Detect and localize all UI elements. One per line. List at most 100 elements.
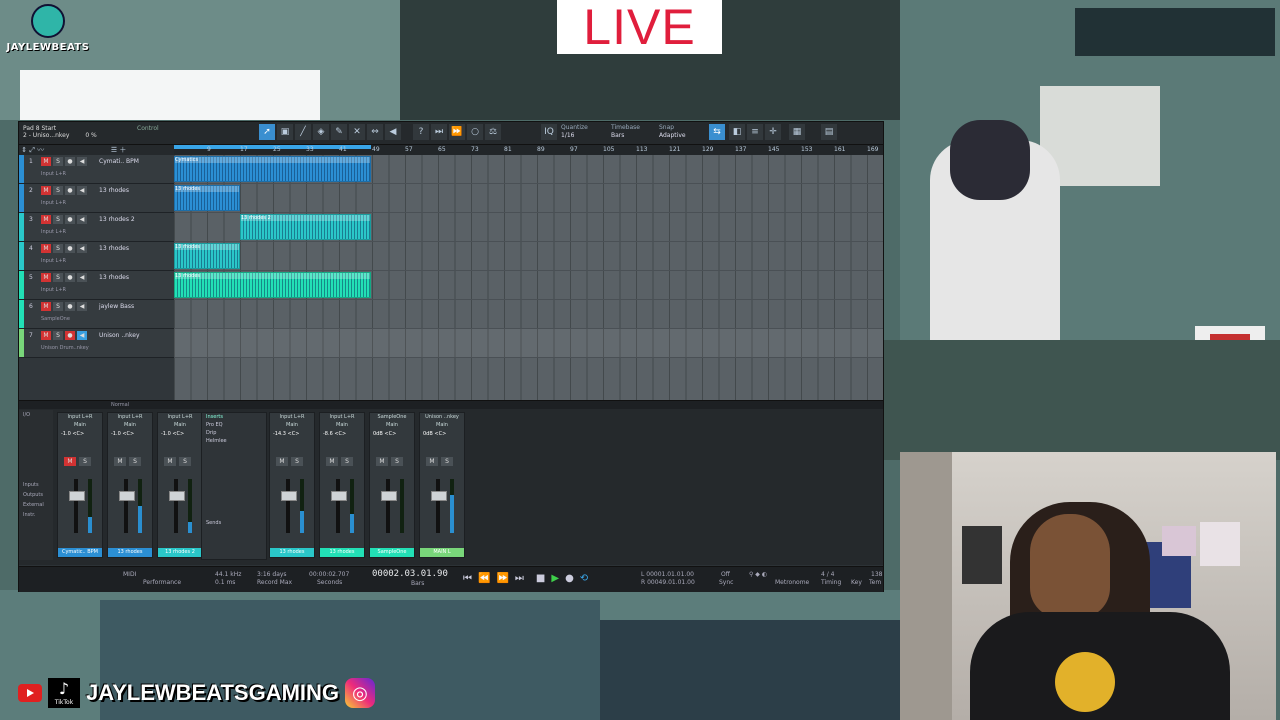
mixer-side-item[interactable]: External [19,500,53,510]
forward-all-icon[interactable]: ⏩ [449,124,465,140]
monitor-button[interactable]: ◀ [77,302,87,311]
paint-tool-icon[interactable]: ✎ [331,124,347,140]
strip-output[interactable]: Main [158,421,202,429]
track-header[interactable]: 4 M S ● ◀ 13 rhodes Input L+R [19,242,174,271]
lane-2[interactable]: 13 rhodes [174,184,883,213]
strip-output[interactable]: Main [270,421,314,429]
audio-clip[interactable]: 13 rhodes [174,243,240,269]
play-icon[interactable]: ▶ [551,573,559,584]
track-name[interactable]: 13 rhodes 2 [99,216,135,223]
mute-button[interactable]: M [41,331,51,340]
fader-handle[interactable] [119,491,135,501]
solo-button[interactable]: S [53,331,63,340]
mixer-mode[interactable]: Normal [111,402,129,408]
monitor-button[interactable]: ◀ [77,273,87,282]
track-input[interactable]: Input L+R [41,200,66,206]
fast-forward-icon[interactable]: ⏩ [496,573,508,584]
split-tool-icon[interactable]: ╱ [295,124,311,140]
solo-button[interactable]: S [53,157,63,166]
solo-button[interactable]: S [53,215,63,224]
strip-input[interactable]: Input L+R [58,413,102,421]
strip-input[interactable]: Input L+R [158,413,202,421]
snap-select[interactable]: Snap Adaptive [659,124,686,140]
loop-icon[interactable]: ⟲ [580,573,588,584]
eraser-tool-icon[interactable]: ◈ [313,124,329,140]
track-name[interactable]: Unison ..nkey [99,332,140,339]
mute-tool-icon[interactable]: ✕ [349,124,365,140]
record-arm-button[interactable]: ● [65,157,75,166]
timebase-select[interactable]: Timebase Bars [611,124,640,140]
fader-handle[interactable] [381,491,397,501]
volume-fader[interactable] [74,479,78,533]
strip-mute-button[interactable]: M [376,457,388,466]
mute-button[interactable]: M [41,244,51,253]
monitor-button[interactable]: ◀ [77,331,87,340]
mixer-side-item[interactable]: Outputs [19,490,53,500]
strip-input[interactable]: Input L+R [270,413,314,421]
plus-icon[interactable]: ✛ [765,124,781,140]
volume-fader[interactable] [174,479,178,533]
monitor-button[interactable]: ◀ [77,215,87,224]
record-arm-button[interactable]: ● [65,331,75,340]
snap-toggle-icon[interactable]: ⇆ [709,124,725,140]
track-input[interactable]: Input L+R [41,229,66,235]
track-name[interactable]: 13 rhodes [99,245,129,252]
track-header[interactable]: 2 M S ● ◀ 13 rhodes Input L+R [19,184,174,213]
strip-input[interactable]: Unison ..nkey [420,413,464,421]
track-input[interactable]: Input L+R [41,258,66,264]
insert-slot[interactable]: Pro EQ [202,421,266,429]
strip-input[interactable]: SampleOne [370,413,414,421]
lane-4[interactable]: 13 rhodes [174,242,883,271]
strip-pan[interactable]: <C> [288,431,300,437]
audio-clip[interactable]: 13 rhodes 2 [240,214,371,240]
lane-1[interactable]: Cymatics [174,155,883,184]
lane-5[interactable]: 13 rhodes [174,271,883,300]
strip-pan[interactable]: <C> [172,431,184,437]
arrow-tool-icon[interactable]: ➚ [259,124,275,140]
track-input[interactable]: Input L+R [41,287,66,293]
mute-button[interactable]: M [41,273,51,282]
fader-handle[interactable] [431,491,447,501]
volume-fader[interactable] [124,479,128,533]
listen-tool-icon[interactable]: ◀ [385,124,401,140]
strip-output[interactable]: Main [108,421,152,429]
mute-button[interactable]: M [41,157,51,166]
track-name[interactable]: 13 rhodes [99,187,129,194]
track-name[interactable]: 13 rhodes [99,274,129,281]
audio-clip[interactable]: 13 rhodes [174,185,240,211]
audio-clip[interactable]: Cymatics [174,156,371,182]
metronome-icon[interactable]: ⚲ ◆ ◐ [749,571,767,579]
mute-button[interactable]: M [41,186,51,195]
end-icon[interactable]: ⏭ [515,573,524,584]
track-header[interactable]: 5 M S ● ◀ 13 rhodes Input L+R [19,271,174,300]
record-arm-button[interactable]: ● [65,302,75,311]
rewind-icon[interactable]: ⏮ [463,573,472,584]
track-name[interactable]: Cymati.. BPM [99,158,139,165]
fader-handle[interactable] [281,491,297,501]
volume-fader[interactable] [436,479,440,533]
record-arm-button[interactable]: ● [65,273,75,282]
track-header[interactable]: 7 M S ● ◀ Unison ..nkey Unison Drum..nkey [19,329,174,358]
forward-icon[interactable]: ⏭ [431,124,447,140]
record-icon[interactable]: ● [565,573,574,584]
monitor-button[interactable]: ◀ [77,186,87,195]
layout-icon[interactable]: ▦ [789,124,805,140]
strip-solo-button[interactable]: S [291,457,303,466]
mute-button[interactable]: M [41,215,51,224]
timestretch-icon[interactable]: ⚖ [485,124,501,140]
strip-output[interactable]: Main [320,421,364,429]
help-icon[interactable]: ? [413,124,429,140]
strip-solo-button[interactable]: S [79,457,91,466]
strip-solo-button[interactable]: S [341,457,353,466]
track-header[interactable]: 1 M S ● ◀ Cymati.. BPM Input L+R [19,155,174,184]
strip-mute-button[interactable]: M [426,457,438,466]
record-arm-button[interactable]: ● [65,244,75,253]
strip-input[interactable]: Input L+R [320,413,364,421]
mute-button[interactable]: M [41,302,51,311]
mixer-side-item[interactable]: Inputs [19,480,53,490]
track-header[interactable]: 6 M S ● ◀ jaylew Bass SampleOne [19,300,174,329]
timeline-ruler[interactable]: 9 17 25 33 41 49 57 65 73 81 89 97 105 113 121 129 137 14… [174,145,883,155]
strip-mute-button[interactable]: M [276,457,288,466]
range-tool-icon[interactable]: ▣ [277,124,293,140]
fader-handle[interactable] [69,491,85,501]
